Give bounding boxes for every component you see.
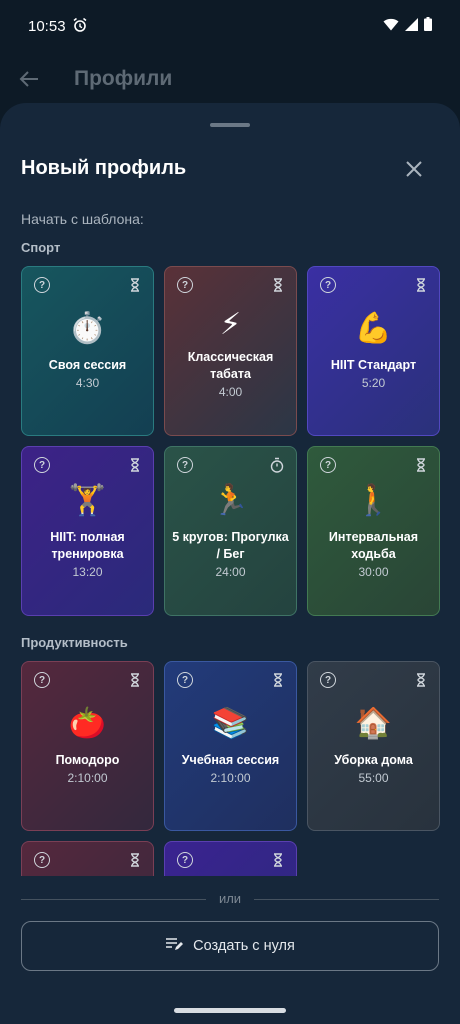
help-icon[interactable]: ? — [320, 672, 336, 688]
template-card-custom-session[interactable]: ? ⏱️ Своя сессия 4:30 — [21, 266, 154, 436]
cellular-signal-icon — [405, 17, 418, 35]
hourglass-icon — [129, 672, 141, 688]
hourglass-icon — [415, 457, 427, 473]
alarm-icon — [72, 17, 88, 36]
card-name: Интервальная ходьба — [328, 530, 419, 561]
create-from-scratch-button[interactable]: Создать с нуля — [21, 921, 439, 971]
template-card-walk-run[interactable]: ? 🏃 5 кругов: Прогулка / Бег 24:00 — [164, 446, 297, 616]
card-duration: 4:30 — [75, 376, 100, 390]
card-duration: 2:10:00 — [210, 771, 251, 785]
help-icon[interactable]: ? — [320, 277, 336, 293]
status-bar: 10:53 — [0, 0, 460, 52]
template-card-tabata[interactable]: ? ⚡ Классическая табата 4:00 — [164, 266, 297, 436]
create-button-label: Создать с нуля — [193, 938, 295, 954]
section-label-productivity: Продуктивность — [21, 635, 128, 650]
gesture-nav-handle[interactable] — [174, 1008, 286, 1013]
card-duration: 5:20 — [361, 376, 386, 390]
hourglass-icon — [129, 277, 141, 293]
card-duration: 4:00 — [218, 385, 243, 399]
card-name: Уборка дома — [334, 753, 413, 767]
help-icon[interactable]: ? — [34, 852, 50, 868]
template-subtitle: Начать с шаблона: — [21, 211, 144, 227]
wifi-icon — [383, 18, 399, 35]
card-name: Своя сессия — [48, 358, 127, 372]
status-time: 10:53 — [28, 17, 66, 35]
hourglass-icon — [272, 672, 284, 688]
card-name: Помодоро — [55, 753, 120, 767]
page-title: Профили — [74, 67, 173, 90]
hourglass-icon — [272, 852, 284, 868]
template-card-pomodoro[interactable]: ? 🍅 Помодоро 2:10:00 — [21, 661, 154, 831]
template-card-hiit-standard[interactable]: ? 💪 HIIT Стандарт 5:20 — [307, 266, 440, 436]
template-card-hiit-full[interactable]: ? 🏋️ HIIT: полная тренировка 13:20 — [21, 446, 154, 616]
card-name: HIIT: полная тренировка — [50, 530, 125, 561]
card-duration: 24:00 — [215, 565, 246, 579]
hourglass-icon — [415, 672, 427, 688]
card-emoji: 🚶 — [354, 483, 393, 518]
hourglass-icon — [129, 457, 141, 473]
card-duration: 2:10:00 — [67, 771, 108, 785]
help-icon[interactable]: ? — [34, 457, 50, 473]
stopwatch-icon — [270, 457, 284, 473]
card-emoji: 🍅 — [68, 706, 107, 741]
or-divider: или — [21, 891, 439, 909]
hourglass-icon — [272, 277, 284, 293]
edit-list-icon — [165, 936, 184, 956]
help-icon[interactable]: ? — [177, 852, 193, 868]
or-text: или — [218, 891, 242, 906]
card-name: 5 кругов: Прогулка / Бег — [172, 530, 289, 561]
hourglass-icon — [415, 277, 427, 293]
card-name: HIIT Стандарт — [330, 358, 417, 372]
help-icon[interactable]: ? — [177, 457, 193, 473]
card-emoji: 🏠 — [354, 706, 393, 741]
template-card-house-cleaning[interactable]: ? 🏠 Уборка дома 55:00 — [307, 661, 440, 831]
card-name: Классическая табата — [187, 350, 274, 381]
close-icon[interactable] — [402, 157, 426, 181]
hourglass-icon — [129, 852, 141, 868]
card-duration: 30:00 — [358, 565, 389, 579]
drag-handle[interactable] — [210, 123, 250, 127]
card-emoji: 📚 — [211, 706, 250, 741]
card-duration: 13:20 — [72, 565, 103, 579]
card-emoji: ⚡ — [219, 307, 242, 342]
card-name: Учебная сессия — [181, 753, 280, 767]
sheet-title: Новый профиль — [21, 157, 187, 179]
card-emoji: 🏋️ — [68, 483, 107, 518]
card-emoji: 💪 — [354, 311, 393, 346]
card-emoji: ⏱️ — [68, 311, 107, 346]
help-icon[interactable]: ? — [34, 672, 50, 688]
card-duration: 55:00 — [358, 771, 389, 785]
battery-icon — [424, 17, 432, 35]
app-bar: Профили — [0, 60, 460, 100]
section-label-sport: Спорт — [21, 240, 61, 255]
back-arrow-icon[interactable] — [18, 68, 40, 90]
template-card-study-session[interactable]: ? 📚 Учебная сессия 2:10:00 — [164, 661, 297, 831]
help-icon[interactable]: ? — [177, 277, 193, 293]
help-icon[interactable]: ? — [320, 457, 336, 473]
help-icon[interactable]: ? — [34, 277, 50, 293]
template-card-interval-walk[interactable]: ? 🚶 Интервальная ходьба 30:00 — [307, 446, 440, 616]
help-icon[interactable]: ? — [177, 672, 193, 688]
card-emoji: 🏃 — [211, 483, 250, 518]
